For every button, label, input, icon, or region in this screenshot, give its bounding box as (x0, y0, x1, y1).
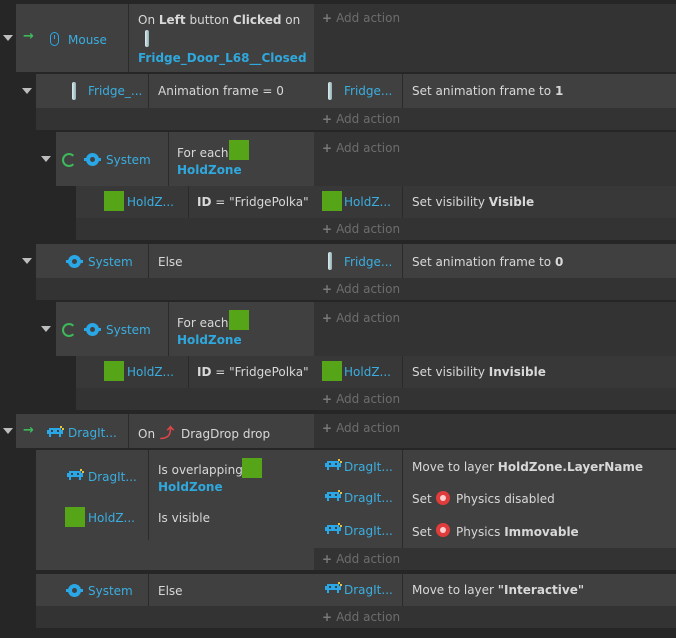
trigger-arrow-icon: → (23, 423, 34, 438)
action-text[interactable]: Physics disabled (456, 491, 555, 507)
action-text[interactable]: Set animation frame to 1 (412, 83, 563, 99)
gear-icon (84, 323, 101, 336)
sprite-object-icon (325, 459, 342, 470)
action-set-label: Set (412, 492, 432, 506)
add-action-button[interactable]: + Add action (322, 140, 400, 156)
condition-text[interactable]: Else (158, 254, 183, 270)
action-object-name: Fridge... (344, 84, 393, 98)
condition-text[interactable]: Else (158, 583, 183, 599)
condition-object-name: HoldZ... (127, 195, 174, 209)
holdzone-thumbnail-icon (322, 191, 342, 211)
loop-icon (62, 323, 76, 337)
collapse-toggle-icon[interactable] (22, 88, 32, 94)
condition-target-object: Fridge_Door_L68__Closed (138, 51, 307, 65)
fridge-thumbnail-icon (328, 82, 332, 100)
sprite-object-icon (325, 523, 342, 534)
system-object-name: System (88, 584, 133, 598)
mouse-icon (50, 32, 59, 46)
action-text[interactable]: Physics Immovable (456, 524, 579, 540)
physics-icon (436, 491, 450, 505)
collapse-toggle-icon[interactable] (3, 35, 13, 41)
event-object-name: Mouse (68, 33, 107, 47)
action-text[interactable]: Set visibility Invisible (412, 364, 546, 380)
event-object-name: DragIt... (68, 426, 117, 440)
condition-object-name: Fridge_... (88, 84, 143, 98)
gear-icon (66, 584, 83, 597)
add-action-button[interactable]: + Add action (322, 551, 400, 567)
collapse-toggle-icon[interactable] (41, 326, 51, 332)
loop-icon (62, 153, 76, 167)
fridge-door-thumbnail-icon (145, 30, 149, 47)
condition-text[interactable]: ID = "FridgePolka" (197, 194, 309, 210)
add-action-button[interactable]: + Add action (322, 420, 400, 436)
action-text[interactable]: Set visibility Visible (412, 194, 534, 210)
holdzone-thumbnail-icon (65, 507, 85, 527)
condition-object-name: HoldZ... (88, 511, 135, 525)
dragdrop-icon: ⤴ (160, 426, 174, 442)
fridge-thumbnail-icon (72, 82, 76, 100)
condition-object-name: DragIt... (88, 470, 137, 484)
action-text[interactable]: Move to layer HoldZone.LayerName (412, 459, 643, 475)
trigger-arrow-icon: → (23, 29, 34, 44)
condition-text[interactable]: For each (177, 315, 229, 331)
holdzone-thumbnail-icon (104, 191, 124, 211)
add-action-button[interactable]: + Add action (322, 391, 400, 407)
collapse-toggle-icon[interactable] (41, 156, 51, 162)
condition-text[interactable]: ID = "FridgePolka" (197, 364, 309, 380)
add-action-button[interactable]: + Add action (322, 310, 400, 326)
condition-text[interactable]: Animation frame = 0 (158, 83, 284, 99)
system-object-name: System (106, 153, 151, 167)
sprite-object-icon (325, 490, 342, 501)
holdzone-thumbnail-icon (242, 458, 262, 478)
add-action-button[interactable]: + Add action (322, 281, 400, 297)
add-action-button[interactable]: + Add action (322, 609, 400, 625)
gear-icon (66, 255, 83, 268)
action-set-label: Set (412, 525, 432, 539)
action-object-name: DragIt... (344, 491, 393, 505)
add-action-button[interactable]: + Add action (322, 10, 400, 26)
add-action-button[interactable]: + Add action (322, 111, 400, 127)
condition-target-object: HoldZone (177, 333, 242, 347)
gear-icon (84, 153, 101, 166)
holdzone-thumbnail-icon (229, 140, 249, 160)
sprite-object-icon (325, 582, 342, 593)
system-object-name: System (106, 323, 151, 337)
event-condition[interactable]: On Left button Clicked on (138, 12, 300, 28)
holdzone-thumbnail-icon (322, 361, 342, 381)
fridge-thumbnail-icon (328, 252, 332, 270)
holdzone-thumbnail-icon (229, 310, 249, 330)
action-object-name: Fridge... (344, 255, 393, 269)
condition-text[interactable]: DragDrop drop (181, 426, 270, 442)
action-text[interactable]: Set animation frame to 0 (412, 254, 563, 270)
system-object-name: System (88, 255, 133, 269)
condition-text[interactable]: For each (177, 145, 229, 161)
holdzone-thumbnail-icon (104, 361, 124, 381)
physics-icon (436, 523, 450, 537)
action-object-name: HoldZ... (344, 365, 391, 379)
sprite-object-icon (67, 469, 84, 480)
sprite-object-icon (47, 426, 64, 437)
condition-prefix: On (138, 427, 156, 441)
condition-text[interactable]: Is visible (158, 510, 210, 526)
action-object-name: DragIt... (344, 583, 393, 597)
action-text[interactable]: Move to layer "Interactive" (412, 582, 584, 598)
action-object-name: HoldZ... (344, 195, 391, 209)
condition-target-object: HoldZone (177, 163, 242, 177)
condition-text[interactable]: Is overlapping (158, 462, 243, 478)
add-action-button[interactable]: + Add action (322, 221, 400, 237)
condition-object-name: HoldZ... (127, 365, 174, 379)
condition-target-object: HoldZone (158, 480, 223, 494)
collapse-toggle-icon[interactable] (3, 428, 13, 434)
action-object-name: DragIt... (344, 524, 393, 538)
collapse-toggle-icon[interactable] (22, 258, 32, 264)
action-object-name: DragIt... (344, 460, 393, 474)
